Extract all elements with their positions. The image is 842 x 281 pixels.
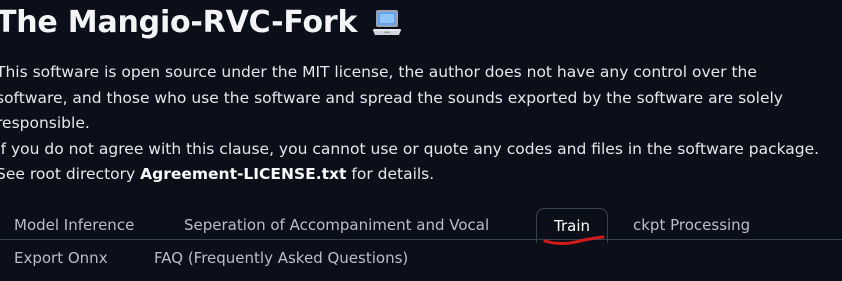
license-notice-line-2: software, and those who use the software… <box>0 88 783 107</box>
license-notice-line-5: See root directory Agreement-LICENSE.txt… <box>0 162 842 188</box>
main-tabs: Model Inference Seperation of Accompanim… <box>0 206 842 281</box>
license-notice-line-4: If you do not agree with this clause, yo… <box>0 139 820 158</box>
tab-export-onnx[interactable]: Export Onnx <box>14 241 108 275</box>
tabs-divider <box>0 239 842 240</box>
page: The Mangio-RVC-Fork This software is ope… <box>0 0 842 281</box>
page-title: The Mangio-RVC-Fork <box>0 2 403 42</box>
tab-seperation-of-accompaniment-and-vocal[interactable]: Seperation of Accompaniment and Vocal <box>184 208 489 242</box>
page-title-text: The Mangio-RVC-Fork <box>0 4 358 40</box>
license-notice-line-5-prefix: See root directory <box>0 165 141 183</box>
tab-train[interactable]: Train <box>536 208 608 243</box>
license-notice: This software is open source under the M… <box>0 60 842 188</box>
agreement-filename: Agreement-LICENSE.txt <box>140 165 347 183</box>
laptop-icon <box>371 8 403 38</box>
license-notice-line-1: This software is open source under the M… <box>0 63 757 81</box>
tab-ckpt-processing[interactable]: ckpt Processing <box>633 208 750 242</box>
tab-faq[interactable]: FAQ (Frequently Asked Questions) <box>154 241 408 275</box>
tab-model-inference[interactable]: Model Inference <box>14 208 134 242</box>
license-notice-line-5-suffix: for details. <box>346 165 435 183</box>
license-notice-line-3: responsible. <box>0 114 90 132</box>
